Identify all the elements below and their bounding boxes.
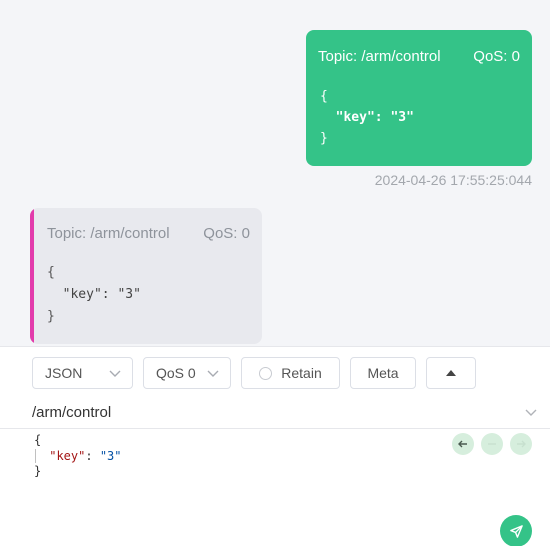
arrow-left-icon	[458, 440, 467, 448]
payload-open-brace: {	[47, 265, 55, 280]
chevron-down-icon	[109, 370, 121, 377]
payload-value: "3"	[390, 110, 414, 125]
payload-format-value: JSON	[45, 365, 83, 381]
topic-input[interactable]	[32, 399, 512, 425]
send-icon	[509, 524, 523, 538]
chevron-down-icon[interactable]	[524, 405, 538, 419]
message-payload: { "key": "3" }	[47, 262, 141, 328]
payload-colon: :	[374, 110, 391, 125]
payload-value: "3"	[99, 448, 122, 463]
payload-close-brace: }	[47, 309, 55, 324]
payload-close-brace: }	[320, 131, 328, 146]
message-payload: { "key": "3" }	[320, 86, 414, 149]
meta-label: Meta	[367, 365, 399, 381]
payload-colon: :	[101, 287, 118, 302]
minus-icon	[488, 443, 496, 445]
meta-button[interactable]: Meta	[350, 357, 416, 389]
arrow-right-icon	[517, 440, 526, 448]
payload-key: "key"	[335, 110, 375, 125]
message-header: Topic: /arm/control QoS: 0	[318, 48, 520, 65]
qos-select[interactable]: QoS 0	[143, 357, 231, 389]
message-qos: QoS: 0	[473, 48, 520, 65]
payload-close-brace: }	[34, 464, 42, 478]
message-list: Topic: /arm/control QoS: 0 { "key": "3" …	[0, 0, 550, 346]
message-topic: Topic: /arm/control	[318, 48, 441, 65]
indent-guide	[35, 449, 36, 463]
payload-open-brace: {	[34, 433, 42, 447]
incoming-accent-bar	[30, 208, 34, 344]
payload-editor[interactable]: { "key": "3" }	[34, 433, 122, 480]
topic-row	[0, 395, 550, 429]
incoming-message: Topic: /arm/control QoS: 0 { "key": "3" …	[30, 208, 262, 344]
chevron-down-icon	[207, 370, 219, 377]
payload-key: "key"	[49, 448, 86, 463]
collapse-toggle-button[interactable]	[426, 357, 476, 389]
retain-toggle[interactable]: Retain	[241, 357, 340, 389]
payload-colon: :	[85, 448, 100, 463]
triangle-up-icon	[446, 370, 456, 376]
retain-label: Retain	[281, 365, 322, 381]
payload-value: "3"	[117, 287, 141, 302]
history-next-button[interactable]	[510, 433, 532, 455]
send-button[interactable]	[500, 515, 532, 546]
outgoing-message: Topic: /arm/control QoS: 0 { "key": "3" …	[306, 30, 532, 166]
message-topic: Topic: /arm/control	[47, 225, 170, 242]
message-qos: QoS: 0	[203, 225, 250, 242]
qos-select-value: QoS 0	[156, 365, 196, 381]
payload-key: "key"	[62, 287, 102, 302]
history-prev-button[interactable]	[452, 433, 474, 455]
payload-open-brace: {	[320, 89, 328, 104]
message-header: Topic: /arm/control QoS: 0	[47, 225, 250, 242]
payload-format-select[interactable]: JSON	[32, 357, 133, 389]
retain-radio-icon	[259, 366, 273, 380]
history-clear-button[interactable]	[481, 433, 503, 455]
message-timestamp: 2024-04-26 17:55:25:044	[374, 172, 532, 188]
composer-toolbar: JSON QoS 0 Retain Meta	[32, 357, 476, 389]
publish-composer: JSON QoS 0 Retain Meta { "key": "3" }	[0, 346, 550, 546]
